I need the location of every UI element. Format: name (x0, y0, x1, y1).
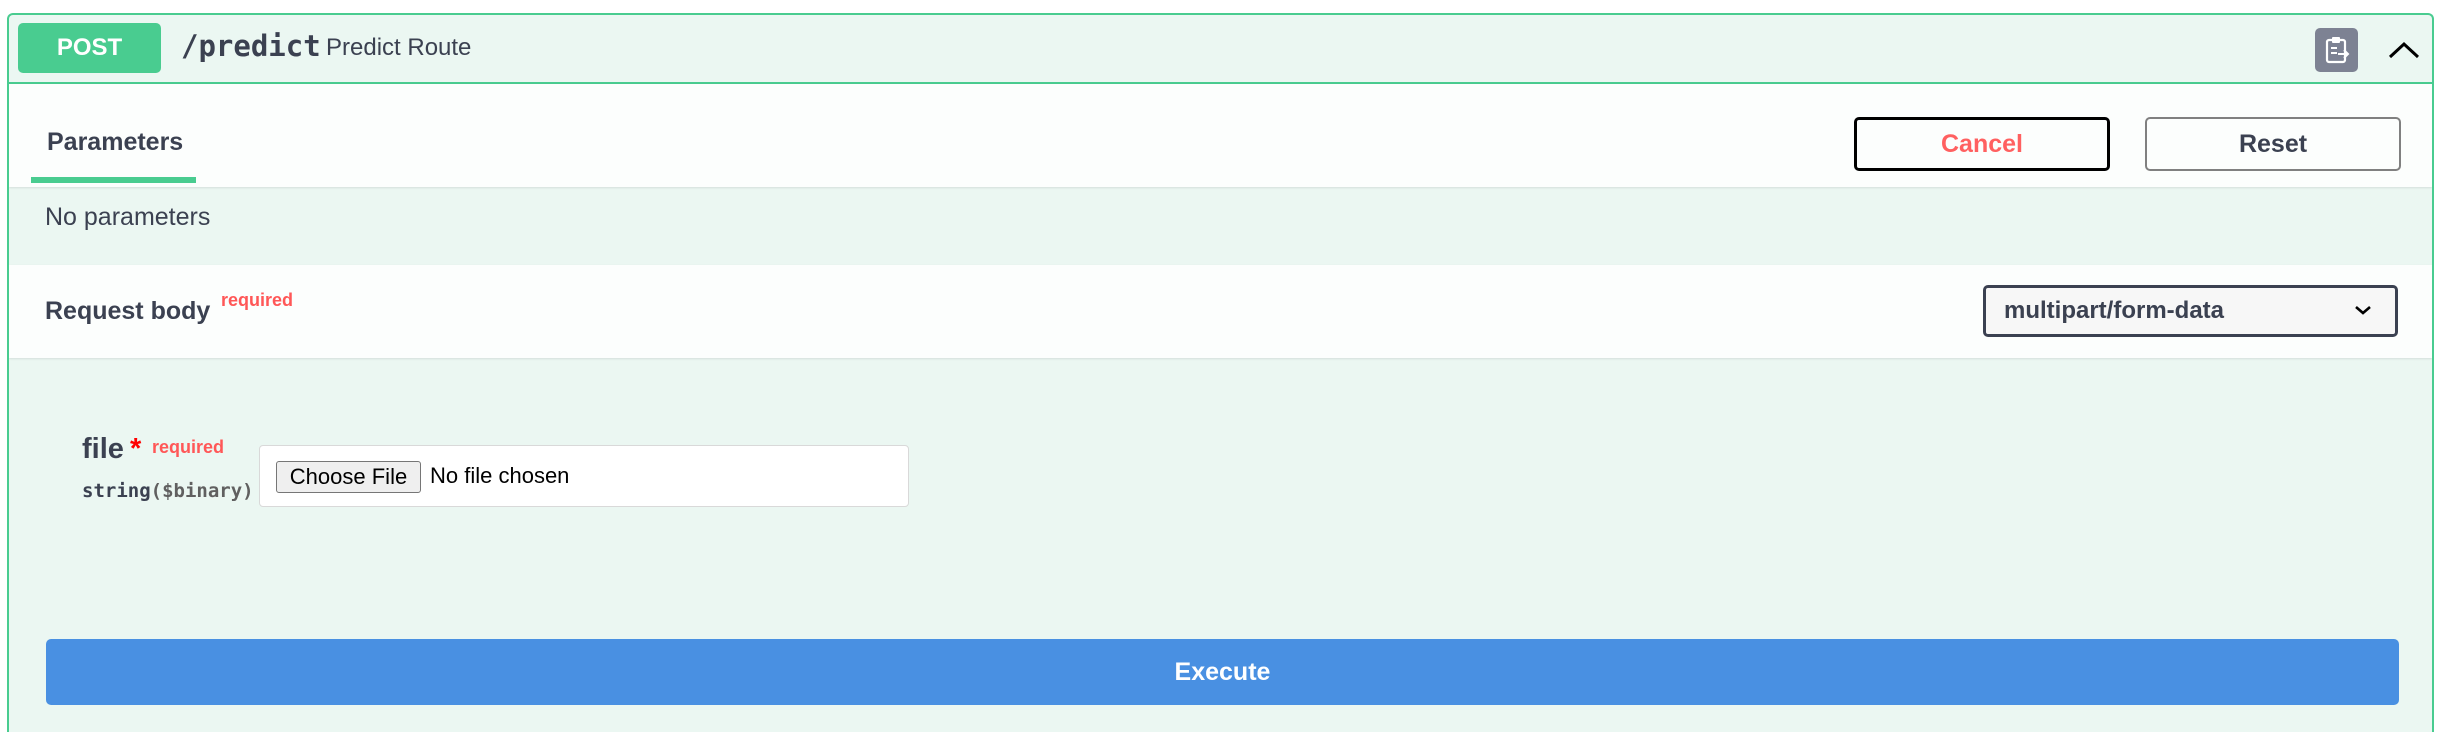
parameters-header: Parameters Cancel Reset (9, 84, 2432, 187)
clipboard-icon (2325, 37, 2349, 64)
file-input[interactable]: Choose File No file chosen (259, 445, 909, 507)
file-field-type: string($binary) (82, 480, 254, 502)
content-type-select[interactable]: multipart/form-data (1983, 285, 2398, 337)
choose-file-button[interactable]: Choose File (276, 461, 421, 493)
tab-parameters-label: Parameters (47, 128, 184, 156)
no-parameters-text: No parameters (45, 203, 211, 231)
tab-parameters[interactable]: Parameters (31, 84, 196, 187)
chevron-up-icon (2388, 41, 2420, 59)
required-star: * (130, 433, 142, 465)
operation-path: /predict (181, 29, 321, 63)
content-type-value: multipart/form-data (2004, 297, 2225, 324)
copy-to-clipboard-button[interactable] (2315, 28, 2358, 72)
file-format-text: ($binary) (150, 480, 254, 502)
request-body-header: Request body required multipart/form-dat… (9, 265, 2432, 358)
request-body-title: Request body (45, 297, 211, 325)
reset-button[interactable]: Reset (2145, 117, 2401, 171)
file-type-text: string (82, 480, 151, 502)
operation-summary[interactable]: POST /predict Predict Route (9, 15, 2432, 84)
chevron-down-icon (2355, 306, 2371, 315)
active-tab-indicator (31, 177, 196, 183)
file-field-name: file (82, 433, 124, 465)
execute-button[interactable]: Execute (46, 639, 2399, 705)
request-body-required-label: required (221, 290, 294, 310)
operation-summary-text: Predict Route (326, 34, 472, 61)
file-status-text: No file chosen (430, 463, 570, 488)
cancel-button[interactable]: Cancel (1854, 117, 2110, 171)
operation-block: POST /predict Predict Route Parameters C… (7, 13, 2434, 732)
http-method-badge: POST (18, 23, 161, 73)
collapse-button[interactable] (2383, 29, 2425, 71)
file-required-label: required (152, 437, 225, 457)
